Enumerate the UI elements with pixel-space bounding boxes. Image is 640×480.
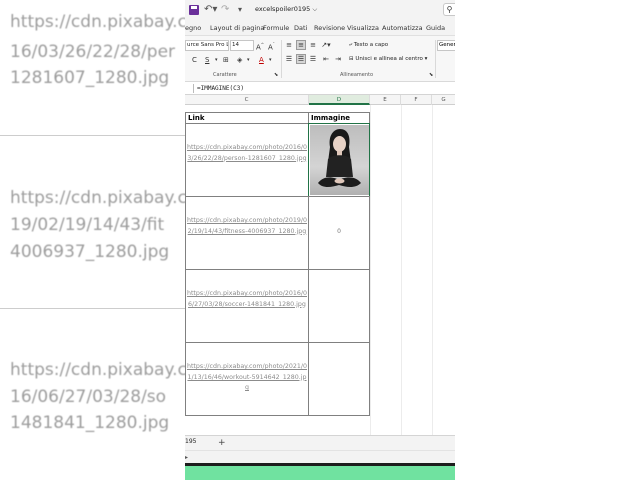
video-progress-bar: [185, 463, 455, 480]
column-header-e[interactable]: E: [370, 95, 401, 105]
orientation-icon[interactable]: ↗▾: [321, 40, 331, 50]
align-bottom-icon[interactable]: ≡: [308, 40, 318, 50]
font-name-select[interactable]: urce Sans Pro Ligt: [185, 40, 229, 51]
save-icon[interactable]: [189, 5, 199, 15]
group-alignment-label: Allineamento: [340, 72, 374, 78]
fill-color-icon[interactable]: ◈: [237, 55, 242, 65]
font-color-icon[interactable]: A: [259, 55, 264, 65]
tab-review[interactable]: Revisione: [314, 24, 345, 32]
table-cell-link[interactable]: https://cdn.pixabay.com/photo/2016/03/26…: [185, 123, 309, 197]
tab-view[interactable]: Visualizza: [347, 24, 379, 32]
borders-icon[interactable]: ⊞: [223, 55, 229, 65]
column-header-g[interactable]: G: [432, 95, 455, 105]
formula-bar: =IMMAGINE(C3): [185, 82, 455, 95]
font-color-dropdown-icon[interactable]: ▾: [269, 55, 272, 65]
decrease-font-icon[interactable]: Aˇ: [268, 40, 275, 52]
align-top-icon[interactable]: ≡: [284, 40, 294, 50]
formula-input[interactable]: =IMMAGINE(C3): [197, 85, 244, 92]
underline-dropdown-icon[interactable]: ▾: [215, 55, 218, 65]
status-scroll-icon[interactable]: ▸: [185, 454, 188, 461]
column-headers: C D E F G: [185, 95, 455, 105]
sheet-tab[interactable]: 195: [185, 438, 196, 445]
blurred-background-left: https://cdn.pixabay.com/photo/20 16/03/2…: [0, 0, 186, 480]
table-cell-link[interactable]: https://cdn.pixabay.com/photo/2019/02/19…: [185, 196, 309, 270]
column-header-c[interactable]: C: [185, 95, 309, 105]
tab-automate[interactable]: Automatizza: [382, 24, 423, 32]
align-center-icon[interactable]: ☰: [296, 54, 306, 64]
bold-icon[interactable]: C: [192, 55, 197, 65]
table-cell-image[interactable]: 0: [308, 196, 370, 270]
undo-icon[interactable]: ↶▾: [204, 4, 217, 16]
alignment-dialog-icon[interactable]: ⬊: [429, 70, 433, 80]
ribbon-tabs: egno Layout di pagina Formule Dati Revis…: [185, 20, 455, 36]
align-left-icon[interactable]: ☰: [284, 54, 294, 64]
increase-indent-icon[interactable]: ⇥: [333, 54, 343, 64]
font-dialog-icon[interactable]: ⬊: [274, 70, 278, 80]
decrease-indent-icon[interactable]: ⇤: [321, 54, 331, 64]
add-sheet-button[interactable]: +: [218, 437, 226, 449]
blurred-background-right: [455, 0, 640, 480]
tab-page-layout[interactable]: Layout di pagina: [210, 24, 264, 32]
file-name[interactable]: excelspoiler0195 ⌵: [255, 5, 317, 14]
table-cell-image[interactable]: [308, 269, 370, 343]
tab-data[interactable]: Dati: [294, 24, 307, 32]
table-cell-image[interactable]: [308, 342, 370, 416]
status-bar: ▸: [185, 450, 455, 463]
title-bar: ↶▾ ↷ ▾ excelspoiler0195 ⌵ ⚲: [185, 0, 455, 20]
underline-icon[interactable]: S: [205, 55, 209, 65]
fill-dropdown-icon[interactable]: ▾: [247, 55, 250, 65]
table-cell-image[interactable]: [308, 123, 370, 197]
sheet-tabs-bar: 195 +: [185, 435, 455, 450]
ribbon: urce Sans Pro Ligt 14 A^ Aˇ C S ▾ ⊞ ◈ ▾ …: [185, 36, 455, 82]
wrap-text-button[interactable]: ⤶ Testo a capo: [349, 42, 388, 49]
excel-window: ↶▾ ↷ ▾ excelspoiler0195 ⌵ ⚲ egno Layout …: [185, 0, 455, 480]
tab-formulas[interactable]: Formule: [263, 24, 289, 32]
font-size-select[interactable]: 14: [230, 40, 254, 51]
merge-center-button[interactable]: ⊟ Unisci e allinea al centro ▾: [349, 56, 427, 62]
column-header-d[interactable]: D: [309, 95, 370, 105]
person-photo: [310, 125, 369, 195]
tab-help[interactable]: Guida: [426, 24, 445, 32]
column-header-f[interactable]: F: [401, 95, 432, 105]
screen: https://cdn.pixabay.com/photo/20 16/03/2…: [0, 0, 640, 480]
search-icon[interactable]: ⚲: [443, 3, 455, 16]
redo-icon[interactable]: ↷: [221, 4, 229, 16]
sheet-grid[interactable]: Link Immagine https://cdn.pixabay.com/ph…: [185, 105, 455, 435]
align-middle-icon[interactable]: ≡: [296, 40, 306, 50]
increase-font-icon[interactable]: A^: [256, 40, 264, 52]
table-cell-link[interactable]: https://cdn.pixabay.com/photo/2016/06/27…: [185, 269, 309, 343]
align-right-icon[interactable]: ☰: [308, 54, 318, 64]
tab-insert[interactable]: egno: [185, 24, 201, 32]
customize-icon[interactable]: ▾: [238, 4, 242, 16]
number-format-select[interactable]: Genera: [437, 40, 455, 51]
group-font-label: Carattere: [213, 72, 237, 78]
table-cell-link[interactable]: https://cdn.pixabay.com/photo/2021/01/13…: [185, 342, 309, 416]
